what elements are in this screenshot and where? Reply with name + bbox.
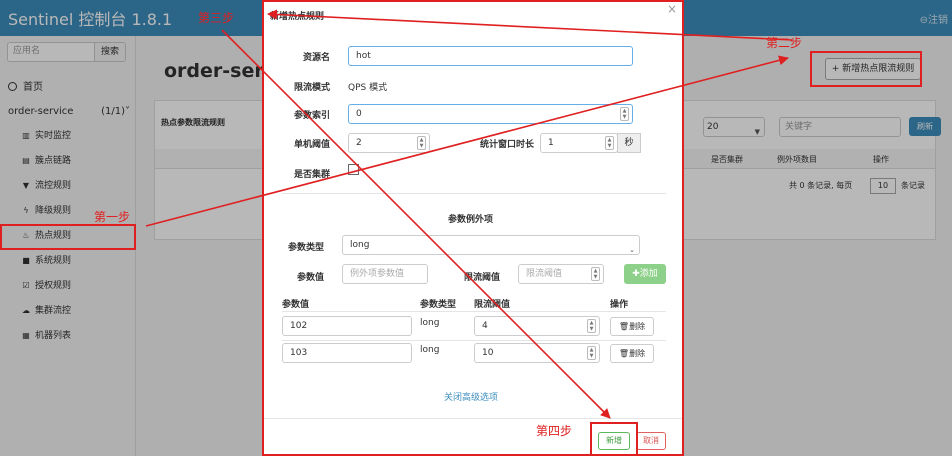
plus-icon: ✚ (632, 269, 640, 279)
cluster-checkbox[interactable] (348, 164, 359, 175)
resource-input[interactable]: hot (348, 46, 633, 66)
row1-param-value[interactable]: 102 (282, 316, 412, 336)
mode-label: 限流模式 (293, 83, 330, 93)
th-actions: 操作 (610, 300, 629, 310)
limit-input[interactable]: 限流阈值 ▲ ▼ (518, 264, 604, 284)
divider (282, 311, 666, 312)
row2-param-type: long (420, 345, 440, 355)
highlight-hot-rules (0, 224, 136, 250)
exception-section-title: 参数例外项 (448, 215, 494, 225)
divider (264, 418, 682, 419)
threshold-label: 单机阈值 (293, 140, 330, 150)
row1-delete-button[interactable]: 🗑删除 (610, 317, 654, 336)
window-label: 统计窗口时长 (479, 140, 534, 150)
index-input[interactable]: 0 ▲ ▼ (348, 104, 633, 124)
param-type-label: 参数类型 (287, 243, 324, 253)
cluster-label: 是否集群 (293, 170, 330, 180)
annotation-step1: 第一步 (94, 210, 131, 224)
spinner-icon[interactable]: ▲ ▼ (587, 346, 596, 360)
mode-value: QPS 模式 (348, 83, 388, 93)
param-type-select[interactable]: long ⌄ (342, 235, 640, 255)
spinner-icon[interactable]: ▲ ▼ (417, 136, 426, 150)
add-param-button[interactable]: ✚添加 (624, 264, 666, 284)
divider (282, 193, 666, 194)
highlight-add-button (810, 51, 922, 87)
annotation-step2: 第二步 (766, 36, 803, 50)
index-label: 参数索引 (293, 111, 330, 121)
row1-limit[interactable]: 4 ▲ ▼ (474, 316, 600, 336)
divider (282, 340, 666, 341)
window-unit: 秒 (617, 133, 641, 153)
spinner-icon[interactable]: ▲ ▼ (591, 267, 600, 281)
annotation-step4: 第四步 (536, 424, 573, 438)
chevron-down-icon: ⌄ (629, 246, 635, 254)
highlight-new-button (590, 422, 638, 456)
limit-label: 限流阈值 (463, 273, 500, 283)
spinner-icon[interactable]: ▲ ▼ (587, 319, 596, 333)
th-param-value: 参数值 (282, 300, 310, 310)
row2-limit[interactable]: 10 ▲ ▼ (474, 343, 600, 363)
threshold-input[interactable]: 2 ▲ ▼ (348, 133, 430, 153)
spinner-icon[interactable]: ▲ ▼ (620, 107, 629, 121)
th-param-type: 参数类型 (420, 300, 457, 310)
modal-title: 新增热点规则 (270, 12, 325, 22)
row2-delete-button[interactable]: 🗑删除 (610, 344, 654, 363)
trash-icon: 🗑 (618, 322, 630, 331)
close-icon[interactable]: × (667, 2, 677, 16)
row2-param-value[interactable]: 103 (282, 343, 412, 363)
param-value-label: 参数值 (296, 273, 324, 283)
th-limit: 限流阈值 (474, 300, 511, 310)
row1-param-type: long (420, 318, 440, 328)
resource-label: 资源名 (302, 53, 330, 63)
trash-icon: 🗑 (618, 349, 630, 358)
window-input[interactable]: 1 ▲ ▼ (540, 133, 618, 153)
spinner-icon[interactable]: ▲ ▼ (605, 136, 614, 150)
close-advanced-link[interactable]: 关闭高级选项 (444, 390, 498, 403)
param-value-input[interactable]: 例外项参数值 (342, 264, 428, 284)
annotation-step3: 第三步 (198, 11, 235, 25)
cancel-button[interactable]: 取消 (636, 432, 666, 450)
add-hot-rule-modal: 新增热点规则 × 资源名 hot 限流模式 QPS 模式 参数索引 0 ▲ ▼ 单机… (262, 0, 684, 456)
